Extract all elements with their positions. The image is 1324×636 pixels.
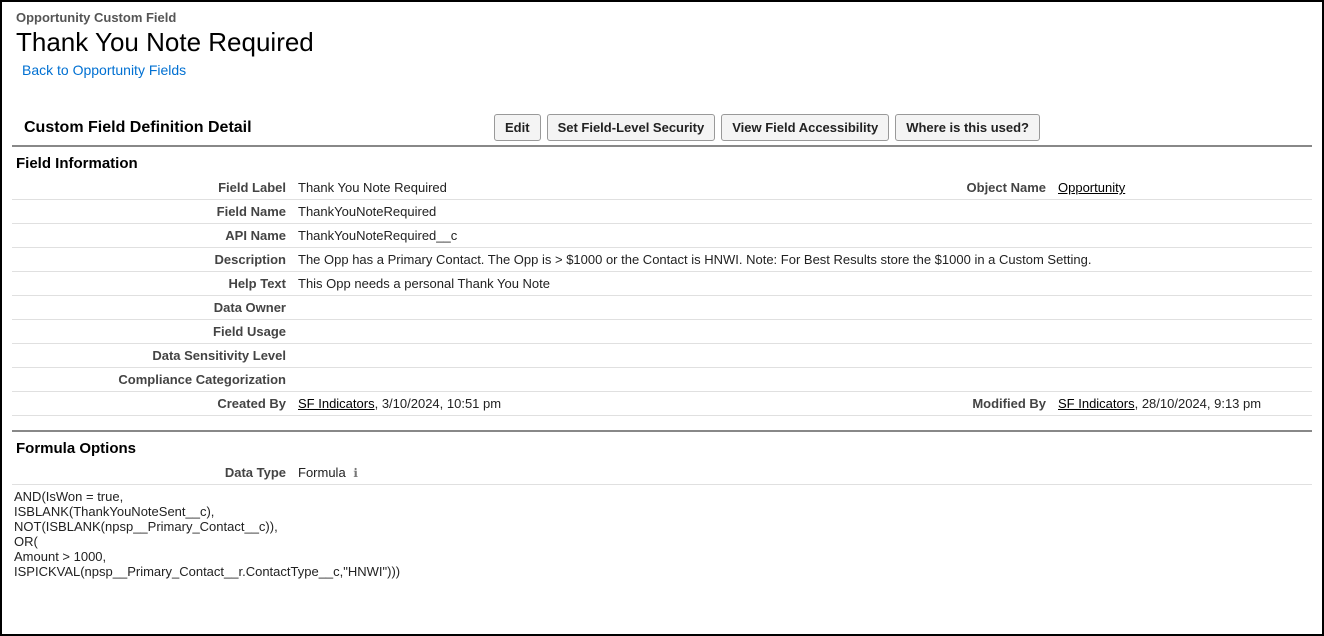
formula-text: AND(IsWon = true, ISBLANK(ThankYouNoteSe… (12, 485, 1312, 579)
formula-options-table: Data Type Formula ℹ︎ (12, 461, 1312, 485)
data-sensitivity-value (292, 344, 1312, 368)
description-label: Description (12, 248, 292, 272)
data-type-text: Formula (298, 465, 346, 480)
help-text-label: Help Text (12, 272, 292, 296)
button-bar: Edit Set Field-Level Security View Field… (494, 114, 1040, 141)
formula-options-section-title: Formula Options (12, 432, 1312, 461)
where-is-this-used-button[interactable]: Where is this used? (895, 114, 1040, 141)
compliance-categorization-value (292, 368, 1312, 392)
created-by-value: SF Indicators, 3/10/2024, 10:51 pm (292, 392, 882, 416)
field-name-label: Field Name (12, 200, 292, 224)
created-by-label: Created By (12, 392, 292, 416)
data-owner-label: Data Owner (12, 296, 292, 320)
page-title: Thank You Note Required (16, 27, 1312, 58)
field-information-section-title: Field Information (12, 147, 1312, 176)
object-name-link[interactable]: Opportunity (1058, 180, 1125, 195)
modified-by-value: SF Indicators, 28/10/2024, 9:13 pm (1052, 392, 1312, 416)
set-field-level-security-button[interactable]: Set Field-Level Security (547, 114, 716, 141)
object-type-label: Opportunity Custom Field (16, 10, 1312, 25)
field-label-value: Thank You Note Required (292, 176, 882, 200)
description-value: The Opp has a Primary Contact. The Opp i… (292, 248, 1312, 272)
field-usage-label: Field Usage (12, 320, 292, 344)
created-by-timestamp: , 3/10/2024, 10:51 pm (375, 396, 501, 411)
object-name-label: Object Name (882, 176, 1052, 200)
data-sensitivity-label: Data Sensitivity Level (12, 344, 292, 368)
view-field-accessibility-button[interactable]: View Field Accessibility (721, 114, 889, 141)
field-label-label: Field Label (12, 176, 292, 200)
modified-by-user-link[interactable]: SF Indicators (1058, 396, 1135, 411)
api-name-value: ThankYouNoteRequired__c (292, 224, 1312, 248)
formula-type-icon: ℹ︎ (353, 466, 358, 480)
data-type-label: Data Type (12, 461, 292, 485)
modified-by-timestamp: , 28/10/2024, 9:13 pm (1135, 396, 1261, 411)
data-type-value: Formula ℹ︎ (292, 461, 1312, 485)
detail-section-title: Custom Field Definition Detail (24, 119, 494, 137)
compliance-categorization-label: Compliance Categorization (12, 368, 292, 392)
back-link[interactable]: Back to Opportunity Fields (22, 62, 186, 78)
object-name-value: Opportunity (1052, 176, 1312, 200)
created-by-user-link[interactable]: SF Indicators (298, 396, 375, 411)
field-information-table: Field Label Thank You Note Required Obje… (12, 176, 1312, 416)
edit-button[interactable]: Edit (494, 114, 541, 141)
field-usage-value (292, 320, 1312, 344)
modified-by-label: Modified By (882, 392, 1052, 416)
field-name-value: ThankYouNoteRequired (292, 200, 1312, 224)
api-name-label: API Name (12, 224, 292, 248)
help-text-value: This Opp needs a personal Thank You Note (292, 272, 1312, 296)
data-owner-value (292, 296, 1312, 320)
